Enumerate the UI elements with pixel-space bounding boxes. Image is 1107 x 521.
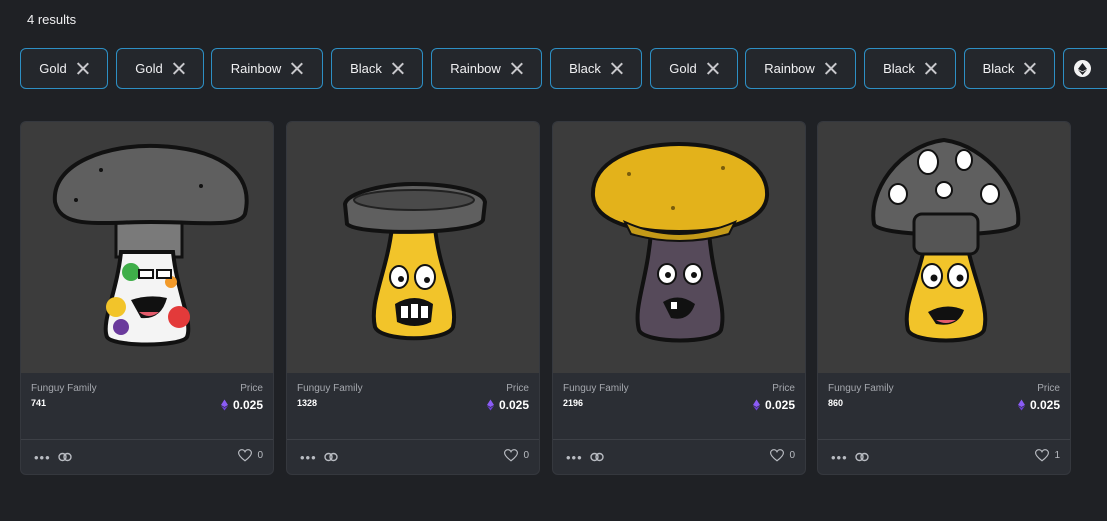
filter-chip-label: Gold [135,61,163,76]
like-button[interactable]: 1 [1035,449,1060,462]
price-value: 0.025 [486,398,529,412]
price-label: Price [1037,383,1060,394]
filter-chip-label: Black [350,61,382,76]
nft-card[interactable]: Funguy Family 741 Price 0.025 ••• 0 [20,121,274,475]
price-label: Price [240,383,263,394]
filter-chip-gold[interactable]: Gold [116,48,204,89]
more-options-icon[interactable]: ••• [34,450,51,465]
like-count: 0 [257,450,263,461]
price-value: 0.025 [752,398,795,412]
ethereum-icon [486,399,494,411]
filter-chip-label: Black [982,61,1015,76]
filter-chip-label: Rainbow [450,61,501,76]
filter-chip-rainbow[interactable]: Rainbow [745,48,856,89]
nft-card[interactable]: Funguy Family 860 Price 0.025 ••• 1 [817,121,1071,475]
heart-icon [504,449,519,462]
divider [553,439,805,440]
token-id: 1328 [297,398,318,408]
like-button[interactable]: 0 [238,449,263,462]
filter-chip-gold[interactable]: Gold [20,48,108,89]
token-id: 2196 [563,398,584,408]
price-amount: 0.025 [232,398,263,412]
token-id: 741 [31,398,47,408]
price-amount: 0.025 [764,398,795,412]
divider [21,439,273,440]
close-icon[interactable] [610,62,623,75]
close-icon[interactable] [172,62,185,75]
link-icon[interactable] [58,449,72,467]
ethereum-icon [752,399,760,411]
filter-chip-black[interactable]: Black [331,48,423,89]
close-icon[interactable] [391,62,404,75]
like-count: 1 [1054,450,1060,461]
filter-chip-black[interactable]: Black [864,48,956,89]
heart-icon [770,449,785,462]
like-count: 0 [789,450,795,461]
filter-chip-black[interactable]: Black [964,48,1055,89]
collection-name: Funguy Family [297,383,363,394]
close-icon[interactable] [924,62,937,75]
close-icon[interactable] [510,62,523,75]
nft-card[interactable]: Funguy Family 1328 Price 0.025 ••• 0 [286,121,540,475]
like-count: 0 [523,450,529,461]
price-label: Price [772,383,795,394]
filter-chip-label: Gold [669,61,697,76]
collection-name: Funguy Family [31,383,97,394]
filter-chip-currency[interactable] [1063,48,1107,89]
token-id: 860 [828,398,844,408]
filter-chip-label: Gold [39,61,67,76]
like-button[interactable]: 0 [504,449,529,462]
price-label: Price [506,383,529,394]
filter-chips-bar: Gold Gold Rainbow Black Rainbow Black Go… [20,48,1107,91]
close-icon[interactable] [706,62,719,75]
ethereum-icon [1074,60,1091,77]
like-button[interactable]: 0 [770,449,795,462]
filter-chip-label: Black [569,61,601,76]
filter-chip-rainbow[interactable]: Rainbow [211,48,323,89]
heart-icon [1035,449,1050,462]
filter-chip-label: Rainbow [764,61,815,76]
price-amount: 0.025 [1029,398,1060,412]
filter-chip-rainbow[interactable]: Rainbow [431,48,542,89]
nft-image[interactable] [818,122,1070,373]
results-count: 4 results [27,12,77,27]
nft-card[interactable]: Funguy Family 2196 Price 0.025 ••• 0 [552,121,806,475]
close-icon[interactable] [1023,62,1036,75]
link-icon[interactable] [855,449,869,467]
filter-chip-label: Black [883,61,915,76]
collection-name: Funguy Family [563,383,629,394]
filter-chip-label: Rainbow [230,61,282,76]
price-value: 0.025 [220,398,263,412]
filter-chip-gold[interactable]: Gold [650,48,738,89]
more-options-icon[interactable]: ••• [831,450,848,465]
link-icon[interactable] [590,449,604,467]
price-amount: 0.025 [498,398,529,412]
more-options-icon[interactable]: ••• [566,450,583,465]
divider [287,439,539,440]
ethereum-icon [1017,399,1025,411]
filter-chip-black[interactable]: Black [550,48,642,89]
nft-image[interactable] [21,122,273,373]
price-value: 0.025 [1017,398,1060,412]
heart-icon [238,449,253,462]
more-options-icon[interactable]: ••• [300,450,317,465]
close-icon[interactable] [76,62,89,75]
link-icon[interactable] [324,449,338,467]
collection-name: Funguy Family [828,383,894,394]
divider [818,439,1070,440]
nft-image[interactable] [287,122,539,373]
ethereum-icon [220,399,228,411]
close-icon[interactable] [824,62,837,75]
close-icon[interactable] [290,62,303,75]
nft-image[interactable] [553,122,805,373]
